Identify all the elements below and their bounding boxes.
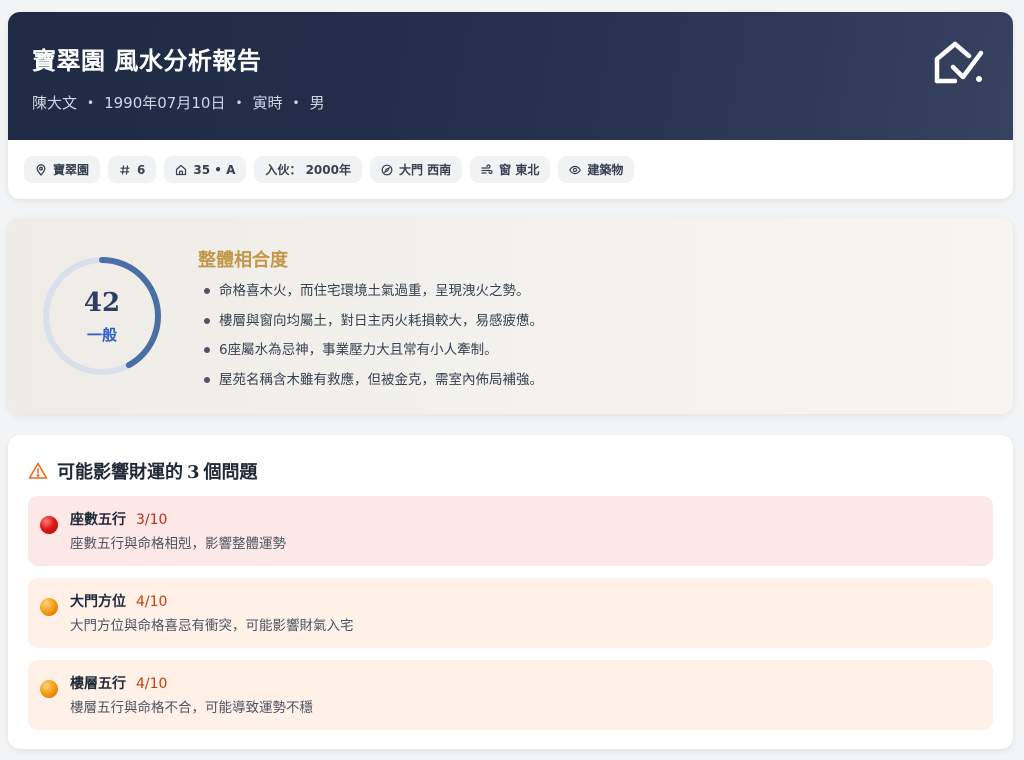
client-gender: 男 (309, 94, 325, 112)
issue-header: 樓層五行 4/10 (70, 674, 993, 694)
separator: • (235, 96, 243, 110)
chip-building[interactable]: 建築物 (558, 156, 635, 183)
score-level: 一般 (86, 326, 117, 344)
compass-icon (381, 164, 393, 175)
client-dob: 1990年07月10日 (104, 94, 226, 112)
point-text: 樓層與窗向均屬土，對日主丙火耗損較大，易感疲憊。 (219, 312, 543, 329)
issues-header: 可能影響財運的 3 個問題 (28, 458, 258, 484)
chip-label: 建築物 (587, 163, 624, 177)
client-name: 陳大文 (32, 94, 78, 112)
bullet-icon (204, 288, 210, 294)
location-pin-icon (36, 163, 46, 176)
issue-score: 4/10 (136, 594, 168, 610)
issue-score: 3/10 (136, 512, 168, 528)
list-item: 樓層與窗向均屬土，對日主丙火耗損較大，易感疲憊。 (204, 310, 543, 340)
report-title: 寶翠園 風水分析報告 (32, 47, 262, 75)
chip-label: 35 • A (193, 162, 236, 177)
report-hero: 寶翠園 風水分析報告 陳大文 • 1990年07月10日 • 寅時 • 男 (8, 12, 1013, 140)
chip-move-in[interactable]: 入伙： 2000年 (254, 156, 362, 183)
red-status-icon (40, 516, 58, 534)
report-header-card: 寶翠園 風水分析報告 陳大文 • 1990年07月10日 • 寅時 • 男 寶翠… (8, 12, 1013, 199)
list-item: 6座屬水為忌神，事業壓力大且常有小人牽制。 (204, 339, 543, 369)
overall-title: 整體相合度 (198, 250, 288, 271)
bullet-icon (204, 317, 210, 324)
issues-title-suffix: 個問題 (203, 462, 258, 483)
hash-icon (120, 164, 130, 175)
chip-label: 大門 西南 (398, 163, 452, 177)
issue-description: 大門方位與命格喜忌有衝突，可能影響財氣入宅 (70, 618, 354, 634)
issue-item[interactable]: 大門方位 4/10 大門方位與命格喜忌有衝突，可能影響財氣入宅 (28, 578, 993, 648)
issue-header: 座數五行 3/10 (70, 510, 993, 530)
list-item: 屋苑名稱含木雖有救應，但被金克，需室內佈局補強。 (204, 369, 543, 399)
point-text: 6座屬水為忌神，事業壓力大且常有小人牽制。 (219, 342, 498, 358)
separator: • (87, 96, 95, 110)
issue-item[interactable]: 樓層五行 4/10 樓層五行與命格不合，可能導致運勢不穩 (28, 660, 993, 730)
chip-window-direction[interactable]: 窗 東北 (470, 156, 551, 183)
separator: • (292, 96, 300, 110)
chip-label: 6 (137, 162, 146, 177)
bullet-icon (204, 376, 210, 383)
chip-door-direction[interactable]: 大門 西南 (369, 156, 463, 183)
chip-label: 窗 東北 (499, 163, 540, 177)
issue-description: 樓層五行與命格不合，可能導致運勢不穩 (70, 700, 313, 716)
home-icon (176, 164, 187, 175)
client-hour: 寅時 (252, 94, 283, 112)
house-check-icon (934, 41, 984, 84)
chip-block[interactable]: 6 (108, 156, 157, 183)
issue-name: 座數五行 (70, 512, 126, 528)
property-chips: 寶翠園 6 35 • A 入伙： 2000年 大門 西南 窗 東北 建築物 (24, 156, 635, 183)
overall-score-card: 42 一般 整體相合度 命格喜木火，而住宅環境土氣過重，呈現洩火之勢。 樓層與窗… (8, 218, 1013, 414)
issue-header: 大門方位 4/10 (70, 592, 993, 612)
eye-icon (569, 165, 582, 174)
chip-label: 寶翠園 (53, 163, 90, 177)
wind-icon (481, 163, 493, 174)
bullet-icon (204, 347, 210, 353)
issue-name: 大門方位 (70, 594, 126, 610)
issues-title-prefix: 可能影響財運的 (57, 462, 183, 483)
issue-item[interactable]: 座數五行 3/10 座數五行與命格相剋，影響整體運勢 (28, 496, 993, 566)
score-value: 42 (83, 288, 121, 318)
client-info: 陳大文 • 1990年07月10日 • 寅時 • 男 (32, 92, 1013, 114)
issues-count: 3 (187, 462, 200, 483)
chip-estate[interactable]: 寶翠園 (24, 156, 101, 183)
warning-triangle-icon (28, 462, 48, 479)
issue-description: 座數五行與命格相剋，影響整體運勢 (70, 536, 286, 552)
chip-label: 入伙： 2000年 (265, 163, 351, 177)
overall-points: 命格喜木火，而住宅環境土氣過重，呈現洩火之勢。 樓層與窗向均屬土，對日主丙火耗損… (204, 280, 543, 398)
orange-status-icon (40, 680, 58, 698)
issue-name: 樓層五行 (70, 676, 126, 692)
point-text: 命格喜木火，而住宅環境土氣過重，呈現洩火之勢。 (219, 283, 530, 299)
orange-status-icon (40, 598, 58, 616)
issues-card: 可能影響財運的 3 個問題 座數五行 3/10 座數五行與命格相剋，影響整體運勢 大… (8, 435, 1013, 749)
list-item: 命格喜木火，而住宅環境土氣過重，呈現洩火之勢。 (204, 280, 543, 310)
chip-floor-unit[interactable]: 35 • A (164, 156, 247, 183)
issue-score: 4/10 (136, 676, 168, 692)
point-text: 屋苑名稱含木雖有救應，但被金克，需室內佈局補強。 (219, 371, 543, 388)
issues-title: 可能影響財運的 3 個問題 (57, 458, 258, 484)
